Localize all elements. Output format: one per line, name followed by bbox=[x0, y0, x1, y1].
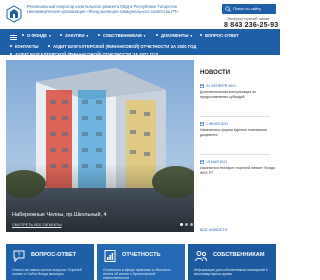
chevron-down-icon: ▾ bbox=[190, 34, 193, 38]
home-menu-icon[interactable] bbox=[10, 35, 17, 40]
nav-item-audit-2020[interactable]: АУДИТ БУХГАЛТЕРСКОЙ (ФИНАНСОВОЙ) ОТЧЕТНО… bbox=[53, 44, 196, 49]
news-heading: НОВОСТИ bbox=[200, 70, 231, 76]
nav-item-audit-2021[interactable]: АУДИТ БУХГАЛТЕРСКОЙ (ФИНАНСОВОЙ) ОТЧЕТНО… bbox=[15, 52, 158, 57]
slide-caption: Набережные Челны, пр.Школьный, 4 СМОТРЕТ… bbox=[12, 212, 194, 232]
news-text: Дополнительная консультация по предостав… bbox=[200, 90, 257, 99]
chevron-down-icon: ▾ bbox=[86, 34, 89, 38]
news-date: 19 МАЯ 2021 bbox=[200, 160, 276, 164]
organization-name: Региональный оператор капитального ремон… bbox=[27, 4, 179, 15]
slider-dot[interactable] bbox=[180, 223, 183, 226]
owners-people-icon bbox=[195, 251, 207, 262]
hero-slider[interactable]: Набережные Челны, пр.Школьный, 4 СМОТРЕТ… bbox=[6, 60, 194, 232]
news-text: Изменился телефон «горячей линии» Фонда … bbox=[200, 166, 275, 175]
card-faq[interactable]: ? ВОПРОС-ОТВЕТ Ответы на самые частые во… bbox=[6, 244, 94, 280]
all-news-link[interactable]: ВСЕ НОВОСТИ bbox=[200, 228, 227, 232]
svg-text:?: ? bbox=[18, 253, 21, 259]
slider-dot[interactable] bbox=[185, 223, 188, 226]
card-description: Ответы на самые частые вопросы «Горячей … bbox=[12, 268, 82, 277]
all-objects-link[interactable]: СМОТРЕТЬ ВСЕ ОБЪЕКТЫ bbox=[12, 223, 62, 227]
card-title: СОБСТВЕННИКАМ bbox=[213, 252, 265, 258]
main-navigation: О ФОНДЕ ▾ ЗАКУПКИ ▾ СОБСТВЕННИКАМ ▾ ДОКУМЕН… bbox=[0, 29, 280, 57]
hotline-phone[interactable]: 8 843 236-25-93 bbox=[224, 22, 278, 29]
nav-item-procurement[interactable]: ЗАКУПКИ ▾ bbox=[65, 33, 88, 38]
news-item[interactable]: 31 ОКТЯБРЯ 2021 Дополнительная консульта… bbox=[200, 84, 276, 124]
news-divider bbox=[200, 116, 270, 117]
report-chart-icon bbox=[104, 250, 116, 262]
news-text: Изменилась форма единого платежного доку… bbox=[200, 128, 268, 137]
news-item[interactable]: 19 МАЯ 2021 Изменился телефон «горячей л… bbox=[200, 160, 276, 200]
news-date: 1 ИЮЛЯ 2021 bbox=[200, 122, 276, 126]
hotline-label: Телефон горячей линии: bbox=[227, 17, 271, 21]
news-item[interactable]: 1 ИЮЛЯ 2021 Изменилась форма единого пла… bbox=[200, 122, 276, 162]
feature-cards: ? ВОПРОС-ОТВЕТ Ответы на самые частые во… bbox=[6, 244, 276, 280]
question-bubble-icon: ? bbox=[13, 250, 25, 263]
card-title: ВОПРОС-ОТВЕТ bbox=[31, 252, 77, 258]
nav-item-faq[interactable]: ВОПРОС-ОТВЕТ bbox=[205, 33, 239, 38]
card-title: ОТЧЕТНОСТЬ bbox=[122, 252, 161, 258]
site-search-button[interactable]: Поиск по сайту bbox=[222, 4, 276, 14]
card-description: Отчетность в сфере правовых и сбытового … bbox=[103, 268, 171, 280]
slide-title: Набережные Челны, пр.Школьный, 4 bbox=[12, 212, 107, 218]
card-description: Информация для собственников помещений в… bbox=[194, 268, 268, 277]
calendar-icon bbox=[200, 122, 204, 126]
building-photo bbox=[6, 60, 194, 232]
calendar-icon bbox=[200, 160, 204, 164]
news-panel: НОВОСТИ 31 ОКТЯБРЯ 2021 Дополнительная к… bbox=[200, 70, 276, 235]
card-reports[interactable]: ОТЧЕТНОСТЬ Отчетность в сфере правовых и… bbox=[97, 244, 185, 280]
logo-icon[interactable] bbox=[6, 5, 22, 23]
nav-item-about[interactable]: О ФОНДЕ ▾ bbox=[27, 33, 51, 38]
search-label: Поиск по сайту bbox=[233, 6, 262, 11]
nav-item-owners[interactable]: СОБСТВЕННИКАМ ▾ bbox=[103, 33, 145, 38]
card-owners[interactable]: СОБСТВЕННИКАМ Информация для собственник… bbox=[188, 244, 276, 280]
slider-dot[interactable] bbox=[190, 223, 193, 226]
slider-pagination bbox=[180, 223, 193, 226]
search-icon bbox=[225, 6, 231, 12]
chevron-down-icon: ▾ bbox=[49, 34, 51, 38]
site-header: Региональный оператор капитального ремон… bbox=[0, 0, 280, 29]
chevron-down-icon: ▾ bbox=[143, 34, 146, 38]
news-divider bbox=[200, 154, 270, 155]
news-date: 31 ОКТЯБРЯ 2021 bbox=[200, 84, 276, 88]
calendar-icon bbox=[200, 84, 204, 88]
nav-item-contacts[interactable]: КОНТАКТЫ bbox=[15, 44, 38, 49]
nav-item-documents[interactable]: ДОКУМЕНТЫ ▾ bbox=[161, 33, 192, 38]
